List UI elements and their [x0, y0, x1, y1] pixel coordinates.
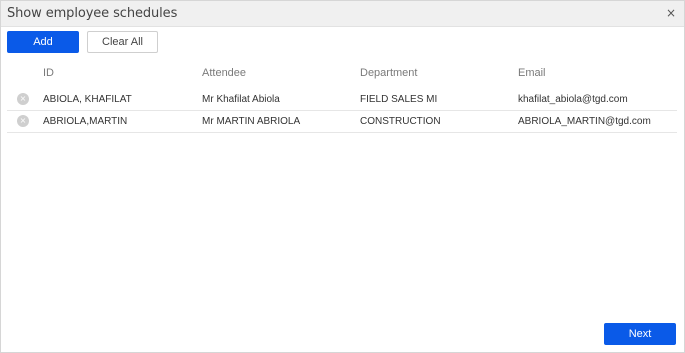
remove-icon[interactable]: ×	[17, 93, 29, 105]
cell-department: FIELD SALES MI	[360, 94, 438, 105]
clear-all-button[interactable]: Clear All	[87, 31, 158, 53]
cell-id: ABIOLA, KHAFILAT	[43, 94, 132, 105]
table-row: × ABRIOLA,MARTIN Mr MARTIN ABRIOLA CONST…	[7, 111, 677, 133]
column-header-department: Department	[360, 67, 418, 79]
column-header-email: Email	[518, 67, 546, 79]
column-header-id: ID	[43, 67, 54, 79]
cell-email: ABRIOLA_MARTIN@tgd.com	[518, 116, 651, 127]
cell-department: CONSTRUCTION	[360, 116, 441, 127]
column-header-attendee: Attendee	[202, 67, 247, 79]
dialog-titlebar: Show employee schedules ×	[1, 1, 684, 27]
remove-icon[interactable]: ×	[17, 115, 29, 127]
dialog-title: Show employee schedules	[7, 6, 178, 21]
cell-id: ABRIOLA,MARTIN	[43, 116, 128, 127]
cell-email: khafilat_abiola@tgd.com	[518, 94, 628, 105]
add-button[interactable]: Add	[7, 31, 79, 53]
next-button[interactable]: Next	[604, 323, 676, 345]
employee-schedules-dialog: Show employee schedules × Add Clear All …	[0, 0, 685, 353]
cell-attendee: Mr Khafilat Abiola	[202, 94, 280, 105]
cell-attendee: Mr MARTIN ABRIOLA	[202, 116, 301, 127]
close-icon[interactable]: ×	[666, 6, 676, 20]
table-row: × ABIOLA, KHAFILAT Mr Khafilat Abiola FI…	[7, 89, 677, 111]
